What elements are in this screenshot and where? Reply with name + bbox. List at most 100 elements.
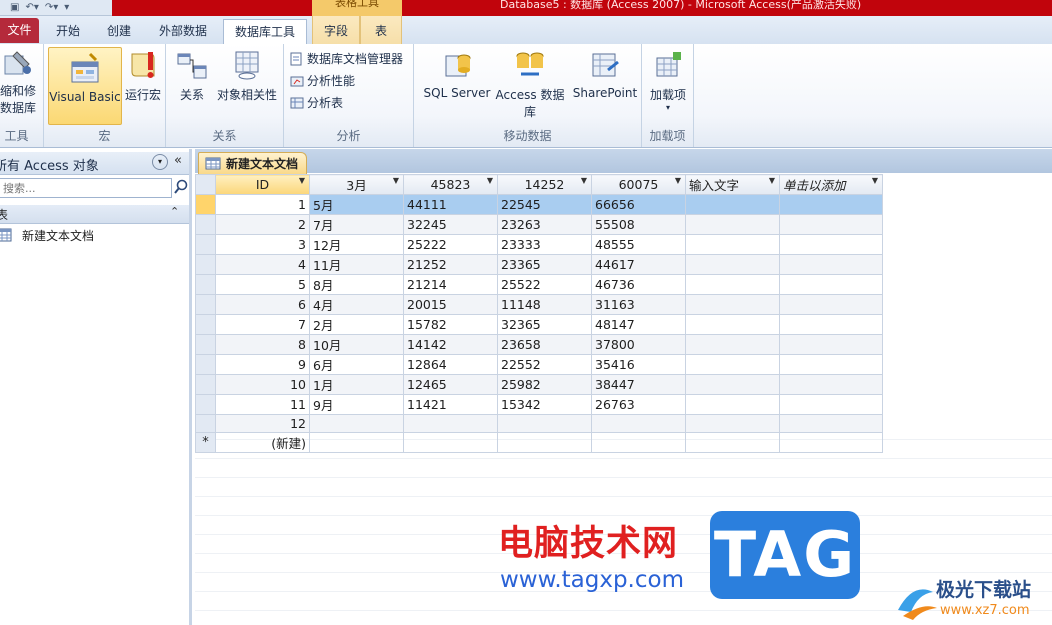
table-cell[interactable]: 25982 bbox=[497, 374, 592, 395]
relationships-button[interactable]: 关系 bbox=[174, 48, 210, 103]
object-dependencies-button[interactable]: 对象相关性 bbox=[214, 48, 280, 103]
customize-qat-icon[interactable]: ▾ bbox=[64, 2, 69, 13]
table-row[interactable]: 4 11月 21252 23365 44617 bbox=[195, 254, 883, 275]
table-cell[interactable] bbox=[779, 234, 883, 255]
table-cell[interactable]: 12月 bbox=[309, 234, 404, 255]
table-cell[interactable] bbox=[779, 354, 883, 375]
id-cell[interactable]: 6 bbox=[215, 294, 310, 315]
search-icon[interactable] bbox=[174, 179, 188, 198]
id-cell[interactable]: 5 bbox=[215, 274, 310, 295]
record-selector[interactable] bbox=[195, 194, 216, 215]
collapse-group-icon[interactable]: ⌃ bbox=[170, 205, 179, 218]
analyze-performance-button[interactable]: 分析性能 bbox=[290, 72, 355, 89]
select-all-corner[interactable] bbox=[195, 174, 216, 195]
id-cell[interactable]: 3 bbox=[215, 234, 310, 255]
id-cell[interactable]: 9 bbox=[215, 354, 310, 375]
table-cell[interactable] bbox=[685, 394, 780, 415]
table-row[interactable]: 8 10月 14142 23658 37800 bbox=[195, 334, 883, 355]
column-header[interactable]: 3月 ▼ bbox=[309, 174, 404, 195]
record-selector[interactable] bbox=[195, 214, 216, 235]
table-cell[interactable]: 32245 bbox=[403, 214, 498, 235]
table-cell[interactable] bbox=[685, 432, 780, 453]
record-selector[interactable] bbox=[195, 274, 216, 295]
nav-pane-header[interactable]: 所有 Access 对象 ▾ « bbox=[0, 152, 189, 175]
table-cell[interactable] bbox=[685, 414, 780, 433]
table-cell[interactable] bbox=[591, 414, 686, 433]
id-cell[interactable]: 10 bbox=[215, 374, 310, 395]
table-cell[interactable]: 44111 bbox=[403, 194, 498, 215]
compact-repair-button[interactable]: 缩和修 数据库 bbox=[0, 48, 42, 116]
redo-icon[interactable]: ↷▾ bbox=[45, 2, 58, 13]
run-macro-button[interactable]: 运行宏 bbox=[122, 48, 164, 103]
table-cell[interactable]: 66656 bbox=[591, 194, 686, 215]
id-cell[interactable]: 11 bbox=[215, 394, 310, 415]
table-cell[interactable] bbox=[779, 194, 883, 215]
table-cell[interactable]: 25222 bbox=[403, 234, 498, 255]
table-cell[interactable] bbox=[685, 314, 780, 335]
column-dropdown-icon[interactable]: ▼ bbox=[581, 176, 587, 185]
column-header[interactable]: 45823 ▼ bbox=[403, 174, 498, 195]
id-cell[interactable]: 8 bbox=[215, 334, 310, 355]
table-cell[interactable]: 1月 bbox=[309, 374, 404, 395]
table-cell[interactable]: 11148 bbox=[497, 294, 592, 315]
table-cell[interactable]: 46736 bbox=[591, 274, 686, 295]
table-cell[interactable]: 26763 bbox=[591, 394, 686, 415]
database-documenter-button[interactable]: 数据库文档管理器 bbox=[290, 50, 403, 67]
table-cell[interactable] bbox=[685, 234, 780, 255]
record-selector[interactable] bbox=[195, 354, 216, 375]
table-cell[interactable]: 22545 bbox=[497, 194, 592, 215]
table-cell[interactable] bbox=[779, 214, 883, 235]
table-row[interactable]: 1 5月 44111 22545 66656 bbox=[195, 194, 883, 215]
table-cell[interactable] bbox=[685, 334, 780, 355]
nav-search-input[interactable] bbox=[0, 178, 172, 198]
table-cell[interactable]: 2月 bbox=[309, 314, 404, 335]
new-record-row[interactable]: * (新建) bbox=[195, 432, 883, 453]
table-row[interactable]: 6 4月 20015 11148 31163 bbox=[195, 294, 883, 315]
table-cell[interactable] bbox=[403, 432, 498, 453]
table-cell[interactable]: 11月 bbox=[309, 254, 404, 275]
table-cell[interactable] bbox=[779, 394, 883, 415]
table-cell[interactable]: 55508 bbox=[591, 214, 686, 235]
column-header[interactable]: 14252 ▼ bbox=[497, 174, 592, 195]
table-row[interactable]: 10 1月 12465 25982 38447 bbox=[195, 374, 883, 395]
column-header-click-to-add[interactable]: 单击以添加 ▼ bbox=[779, 174, 883, 195]
sharepoint-button[interactable]: SharePoint bbox=[570, 48, 640, 100]
table-row[interactable]: 9 6月 12864 22552 35416 bbox=[195, 354, 883, 375]
table-cell[interactable] bbox=[403, 414, 498, 433]
tab-table[interactable]: 表 bbox=[360, 16, 402, 44]
table-cell[interactable]: 35416 bbox=[591, 354, 686, 375]
analyze-table-button[interactable]: 分析表 bbox=[290, 94, 343, 111]
record-selector[interactable] bbox=[195, 234, 216, 255]
table-cell[interactable] bbox=[779, 334, 883, 355]
record-selector[interactable] bbox=[195, 254, 216, 275]
table-cell[interactable]: 7月 bbox=[309, 214, 404, 235]
table-cell[interactable] bbox=[685, 194, 780, 215]
table-row[interactable]: 3 12月 25222 23333 48555 bbox=[195, 234, 883, 255]
table-cell[interactable] bbox=[591, 432, 686, 453]
table-cell[interactable] bbox=[685, 214, 780, 235]
table-cell[interactable]: 12864 bbox=[403, 354, 498, 375]
document-tab[interactable]: 新建文本文档 bbox=[198, 152, 308, 174]
table-cell[interactable] bbox=[497, 414, 592, 433]
tab-fields[interactable]: 字段 bbox=[312, 16, 360, 44]
column-header[interactable]: 输入文字 ▼ bbox=[685, 174, 780, 195]
table-cell[interactable] bbox=[685, 354, 780, 375]
table-cell[interactable] bbox=[779, 254, 883, 275]
id-cell[interactable]: 2 bbox=[215, 214, 310, 235]
table-row[interactable]: 5 8月 21214 25522 46736 bbox=[195, 274, 883, 295]
table-cell[interactable]: 37800 bbox=[591, 334, 686, 355]
table-cell[interactable]: 15342 bbox=[497, 394, 592, 415]
table-cell[interactable]: 15782 bbox=[403, 314, 498, 335]
tab-external-data[interactable]: 外部数据 bbox=[150, 19, 216, 44]
record-selector[interactable] bbox=[195, 414, 216, 433]
new-record-label[interactable]: (新建) bbox=[215, 432, 310, 453]
table-cell[interactable]: 44617 bbox=[591, 254, 686, 275]
column-dropdown-icon[interactable]: ▼ bbox=[675, 176, 681, 185]
addins-button[interactable]: 加载项 ▾ bbox=[644, 48, 692, 112]
table-cell[interactable]: 11421 bbox=[403, 394, 498, 415]
column-dropdown-icon[interactable]: ▼ bbox=[769, 176, 775, 185]
table-row[interactable]: 11 9月 11421 15342 26763 bbox=[195, 394, 883, 415]
table-row[interactable]: 7 2月 15782 32365 48147 bbox=[195, 314, 883, 335]
tab-create[interactable]: 创建 bbox=[98, 19, 140, 44]
column-dropdown-icon[interactable]: ▼ bbox=[299, 176, 305, 185]
